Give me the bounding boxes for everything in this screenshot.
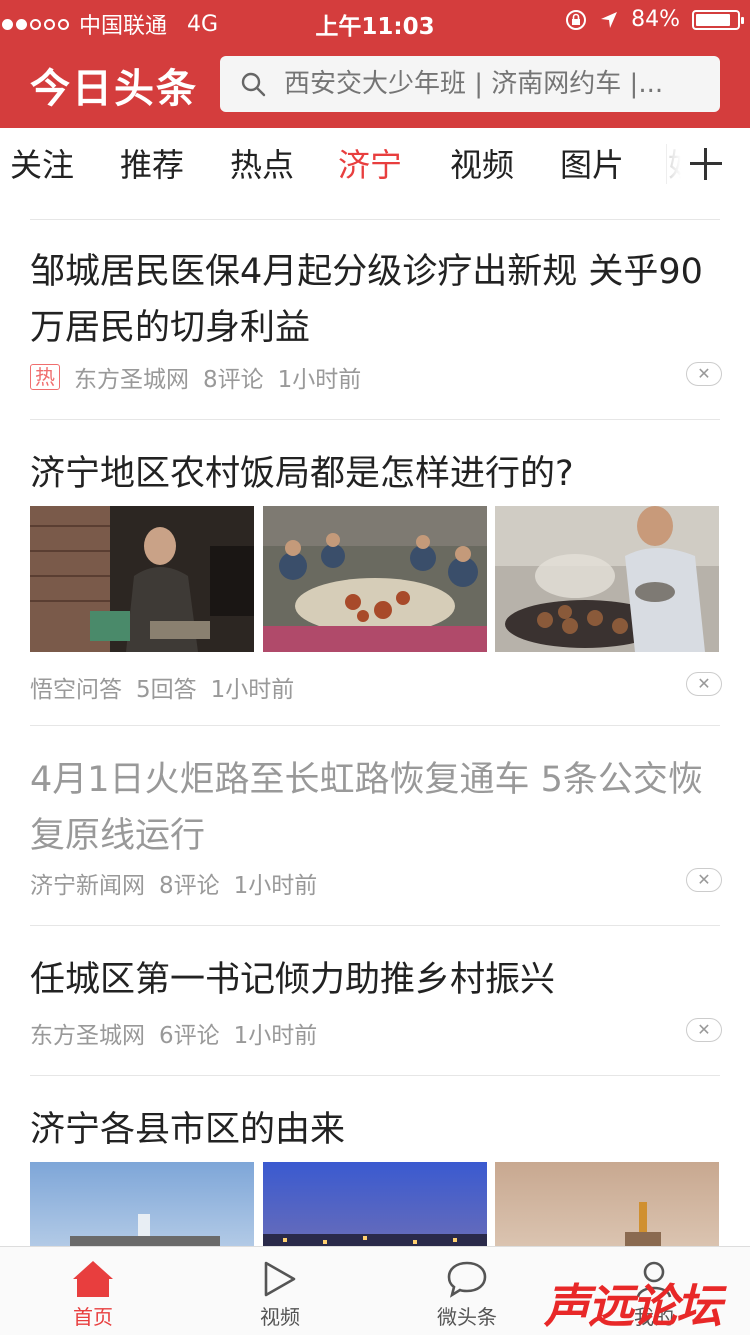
article-comments: 6评论: [159, 1023, 220, 1049]
article-time: 1小时前: [233, 873, 318, 899]
divider: [30, 925, 720, 926]
article-image[interactable]: [495, 1162, 719, 1246]
tab-pictures[interactable]: 图片: [560, 140, 624, 186]
tabbar-micro-label: 微头条: [437, 1305, 497, 1329]
hot-badge: 热: [30, 364, 60, 390]
add-channel-area: [666, 128, 750, 200]
search-input[interactable]: [282, 68, 696, 100]
status-bar: 中国联通 4G 上午11:03 84%: [0, 0, 750, 40]
article-time: 1小时前: [277, 367, 362, 393]
tab-jining[interactable]: 济宁: [338, 140, 402, 186]
article-meta: 济宁新闻网 8评论 1小时前: [30, 866, 317, 900]
divider: [30, 1075, 720, 1076]
orientation-lock-icon: [566, 9, 587, 30]
article-source[interactable]: 东方圣城网: [30, 1016, 145, 1050]
dismiss-button[interactable]: ✕: [686, 672, 722, 696]
article-comments: 8评论: [203, 367, 264, 393]
battery-percent: 84%: [631, 7, 680, 32]
tabbar-home[interactable]: 首页: [33, 1257, 153, 1330]
tabbar-video[interactable]: 视频: [220, 1257, 340, 1330]
article-title[interactable]: 济宁地区农村饭局都是怎样进行的?: [30, 446, 720, 502]
search-box[interactable]: [220, 56, 720, 112]
article-comments: 5回答: [136, 677, 197, 703]
divider: [30, 419, 720, 420]
article-time: 1小时前: [210, 677, 295, 703]
play-icon: [264, 1261, 296, 1297]
article-comments: 8评论: [159, 873, 220, 899]
channel-tabs: 关注 推荐 热点 济宁 视频 图片 娱: [0, 128, 750, 200]
article-time: 1小时前: [233, 1023, 318, 1049]
article-source[interactable]: 东方圣城网: [74, 360, 189, 394]
dismiss-button[interactable]: ✕: [686, 868, 722, 892]
location-arrow-icon: [601, 11, 618, 28]
add-channel-icon[interactable]: [690, 148, 722, 180]
tab-follow[interactable]: 关注: [10, 140, 74, 186]
divider: [30, 725, 720, 726]
divider: [30, 219, 720, 220]
tab-hot[interactable]: 热点: [230, 140, 294, 186]
article-title[interactable]: 济宁各县市区的由来: [30, 1102, 720, 1158]
article-meta: 东方圣城网 6评论 1小时前: [30, 1016, 317, 1050]
search-icon: [241, 72, 266, 97]
article-image[interactable]: [495, 506, 719, 652]
article-image[interactable]: [30, 506, 254, 652]
article-meta: 悟空问答 5回答 1小时前: [30, 670, 294, 704]
app-logo: 今日头条: [30, 66, 198, 112]
article-source[interactable]: 悟空问答: [30, 670, 122, 704]
dismiss-button[interactable]: ✕: [686, 1018, 722, 1042]
tabbar-micro-headline[interactable]: 微头条: [407, 1257, 527, 1330]
article-source[interactable]: 济宁新闻网: [30, 866, 145, 900]
home-icon: [73, 1261, 113, 1297]
chat-bubble-icon: [447, 1261, 487, 1298]
battery-icon: [692, 9, 744, 30]
tab-video[interactable]: 视频: [450, 140, 514, 186]
tabbar-home-label: 首页: [73, 1305, 113, 1329]
article-image[interactable]: [263, 506, 487, 652]
article-image[interactable]: [263, 1162, 487, 1246]
article-meta: 热 东方圣城网 8评论 1小时前: [30, 360, 361, 394]
dismiss-button[interactable]: ✕: [686, 362, 722, 386]
article-title[interactable]: 邹城居民医保4月起分级诊疗出新规 关乎90万居民的切身利益: [30, 244, 720, 356]
news-feed: 邹城居民医保4月起分级诊疗出新规 关乎90万居民的切身利益 热 东方圣城网 8评…: [0, 200, 750, 1246]
app-header: 今日头条: [0, 40, 750, 128]
tab-recommend[interactable]: 推荐: [120, 140, 184, 186]
forum-watermark: 声远论坛: [544, 1279, 722, 1333]
article-image[interactable]: [30, 1162, 254, 1246]
article-title[interactable]: 任城区第一书记倾力助推乡村振兴: [30, 952, 720, 1008]
tabbar-video-label: 视频: [260, 1305, 300, 1329]
article-title[interactable]: 4月1日火炬路至长虹路恢复通车 5条公交恢复原线运行: [30, 752, 720, 864]
